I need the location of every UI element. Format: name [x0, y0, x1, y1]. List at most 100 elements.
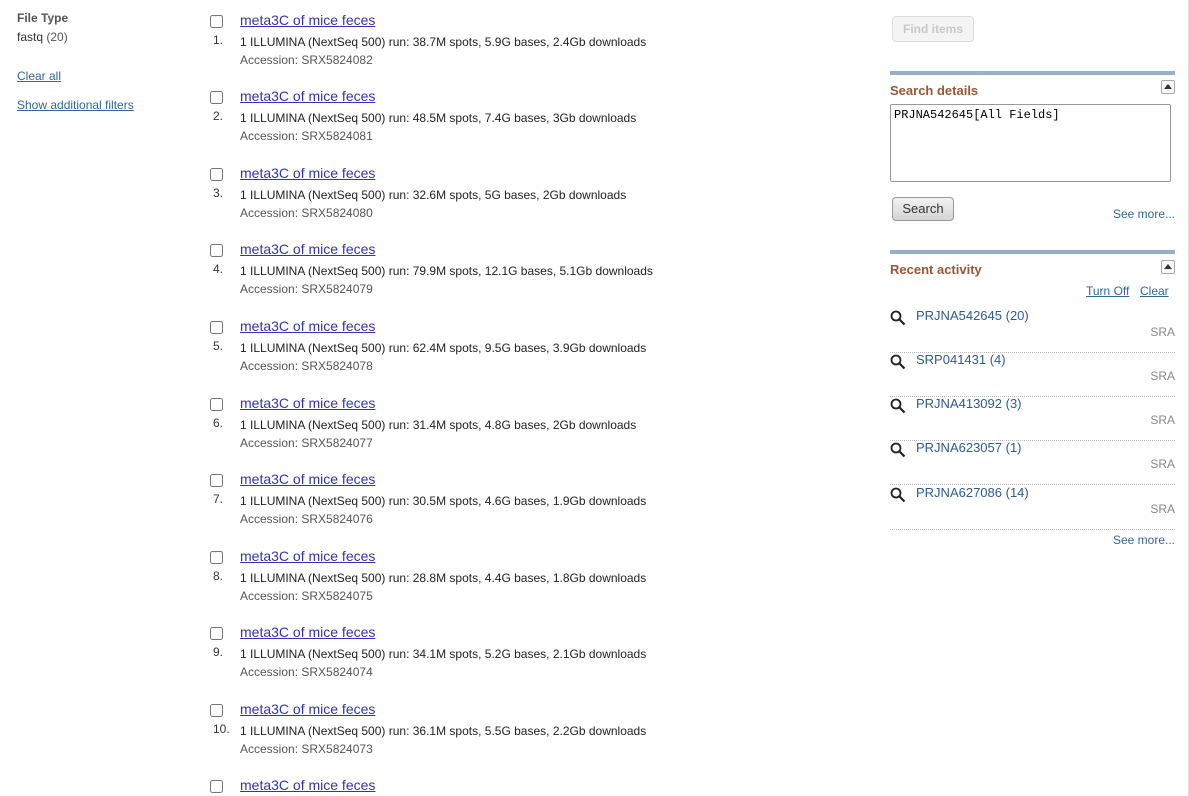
clear-all-link[interactable]: Clear all	[17, 69, 61, 83]
result-item: 3. meta3C of mice feces 1 ILLUMINA (Next…	[210, 165, 860, 240]
result-item: 5. meta3C of mice feces 1 ILLUMINA (Next…	[210, 318, 860, 393]
result-title-link[interactable]: meta3C of mice feces	[240, 471, 375, 487]
result-accession: Accession: SRX5824076	[240, 512, 373, 526]
recent-activity-db: SRA	[1150, 502, 1175, 516]
result-number: 3.	[213, 186, 224, 200]
result-accession: Accession: SRX5824078	[240, 359, 373, 373]
result-number: 8.	[213, 569, 224, 583]
result-title-link[interactable]: meta3C of mice feces	[240, 88, 375, 104]
collapse-toggle-icon[interactable]	[1161, 260, 1175, 274]
result-checkbox[interactable]	[210, 551, 223, 564]
result-item: 9. meta3C of mice feces 1 ILLUMINA (Next…	[210, 624, 860, 699]
result-number: 5.	[213, 339, 224, 353]
show-additional-filters-link[interactable]: Show additional filters	[17, 98, 134, 112]
turn-off-link[interactable]: Turn Off	[1086, 284, 1129, 298]
result-checkbox[interactable]	[210, 780, 223, 793]
result-accession: Accession: SRX5824079	[240, 282, 373, 296]
recent-activity-divider	[890, 250, 1175, 254]
collapse-toggle-icon[interactable]	[1161, 80, 1175, 94]
result-checkbox[interactable]	[210, 91, 223, 104]
result-title-link[interactable]: meta3C of mice feces	[240, 624, 375, 640]
filter-count: (20)	[46, 30, 68, 44]
result-accession: Accession: SRX5824075	[240, 589, 373, 603]
result-title-link[interactable]: meta3C of mice feces	[240, 165, 375, 181]
clear-activity-link[interactable]: Clear	[1140, 284, 1169, 298]
result-number: 1.	[213, 33, 224, 47]
result-checkbox[interactable]	[210, 15, 223, 28]
recent-activity-label[interactable]: SRP041431 (4)	[916, 352, 1006, 367]
result-item: 10. meta3C of mice feces 1 ILLUMINA (Nex…	[210, 701, 860, 776]
result-number: 4.	[213, 262, 224, 276]
result-title-link[interactable]: meta3C of mice feces	[240, 395, 375, 411]
result-description: 1 ILLUMINA (NextSeq 500) run: 31.4M spot…	[240, 418, 637, 432]
recent-activity-title: Recent activity	[890, 262, 982, 277]
result-checkbox[interactable]	[210, 474, 223, 487]
recent-activity-item[interactable]: PRJNA413092 (3) SRA	[890, 396, 1175, 441]
search-details-title: Search details	[890, 83, 979, 98]
result-description: 1 ILLUMINA (NextSeq 500) run: 28.8M spot…	[240, 571, 647, 585]
recent-activity-item[interactable]: PRJNA542645 (20) SRA	[890, 308, 1175, 353]
result-accession: Accession: SRX5824073	[240, 742, 373, 756]
result-checkbox[interactable]	[210, 627, 223, 640]
result-title-link[interactable]: meta3C of mice feces	[240, 777, 375, 793]
result-checkbox[interactable]	[210, 704, 223, 717]
result-title-link[interactable]: meta3C of mice feces	[240, 318, 375, 334]
recent-activity-db: SRA	[1150, 325, 1175, 339]
recent-activity-label[interactable]: PRJNA542645 (20)	[916, 308, 1029, 323]
search-details-query[interactable]: PRJNA542645[All Fields]	[890, 104, 1171, 182]
result-number: 9.	[213, 645, 224, 659]
filter-group-title: File Type	[17, 11, 69, 25]
recent-activity-db: SRA	[1150, 369, 1175, 383]
result-title-link[interactable]: meta3C of mice feces	[240, 701, 375, 717]
search-icon	[890, 442, 906, 458]
filter-value-label: fastq	[17, 30, 44, 44]
result-accession: Accession: SRX5824080	[240, 206, 373, 220]
search-icon	[890, 487, 906, 503]
result-description: 1 ILLUMINA (NextSeq 500) run: 34.1M spot…	[240, 647, 647, 661]
result-number: 10.	[213, 722, 230, 736]
result-checkbox[interactable]	[210, 321, 223, 334]
search-details-divider	[890, 71, 1175, 75]
find-items-button[interactable]: Find items	[892, 16, 974, 42]
result-item: 7. meta3C of mice feces 1 ILLUMINA (Next…	[210, 471, 860, 546]
search-button[interactable]: Search	[892, 197, 954, 221]
result-item: 2. meta3C of mice feces 1 ILLUMINA (Next…	[210, 88, 860, 163]
result-title-link[interactable]: meta3C of mice feces	[240, 241, 375, 257]
result-accession: Accession: SRX5824074	[240, 665, 373, 679]
result-item: 1. meta3C of mice feces 1 ILLUMINA (Next…	[210, 12, 860, 87]
filter-fastq[interactable]: fastq (20)	[17, 30, 68, 44]
result-number: 2.	[213, 109, 224, 123]
result-checkbox[interactable]	[210, 168, 223, 181]
recent-activity-item[interactable]: SRP041431 (4) SRA	[890, 352, 1175, 397]
result-title-link[interactable]: meta3C of mice feces	[240, 12, 375, 28]
search-icon	[890, 354, 906, 370]
result-number: 7.	[213, 492, 224, 506]
result-item: 4. meta3C of mice feces 1 ILLUMINA (Next…	[210, 241, 860, 316]
result-description: 1 ILLUMINA (NextSeq 500) run: 48.5M spot…	[240, 111, 637, 125]
result-description: 1 ILLUMINA (NextSeq 500) run: 36.1M spot…	[240, 724, 647, 738]
search-icon	[890, 310, 906, 326]
result-item: meta3C of mice feces	[210, 777, 860, 796]
result-description: 1 ILLUMINA (NextSeq 500) run: 32.6M spot…	[240, 188, 627, 202]
result-checkbox[interactable]	[210, 398, 223, 411]
result-description: 1 ILLUMINA (NextSeq 500) run: 79.9M spot…	[240, 264, 653, 278]
recent-activity-label[interactable]: PRJNA627086 (14)	[916, 485, 1029, 500]
result-accession: Accession: SRX5824081	[240, 129, 373, 143]
recent-activity-item[interactable]: PRJNA627086 (14) SRA	[890, 485, 1175, 530]
search-details-see-more-link[interactable]: See more...	[1113, 207, 1175, 221]
recent-activity-see-more-link[interactable]: See more...	[1113, 533, 1175, 547]
recent-activity-item[interactable]: PRJNA623057 (1) SRA	[890, 440, 1175, 485]
recent-activity-label[interactable]: PRJNA623057 (1)	[916, 440, 1022, 455]
result-checkbox[interactable]	[210, 244, 223, 257]
result-number: 6.	[213, 416, 224, 430]
result-description: 1 ILLUMINA (NextSeq 500) run: 62.4M spot…	[240, 341, 647, 355]
result-accession: Accession: SRX5824077	[240, 436, 373, 450]
search-icon	[890, 398, 906, 414]
result-title-link[interactable]: meta3C of mice feces	[240, 548, 375, 564]
result-description: 1 ILLUMINA (NextSeq 500) run: 38.7M spot…	[240, 35, 647, 49]
result-item: 6. meta3C of mice feces 1 ILLUMINA (Next…	[210, 395, 860, 470]
result-item: 8. meta3C of mice feces 1 ILLUMINA (Next…	[210, 548, 860, 623]
result-description: 1 ILLUMINA (NextSeq 500) run: 30.5M spot…	[240, 494, 647, 508]
result-accession: Accession: SRX5824082	[240, 53, 373, 67]
recent-activity-label[interactable]: PRJNA413092 (3)	[916, 396, 1022, 411]
